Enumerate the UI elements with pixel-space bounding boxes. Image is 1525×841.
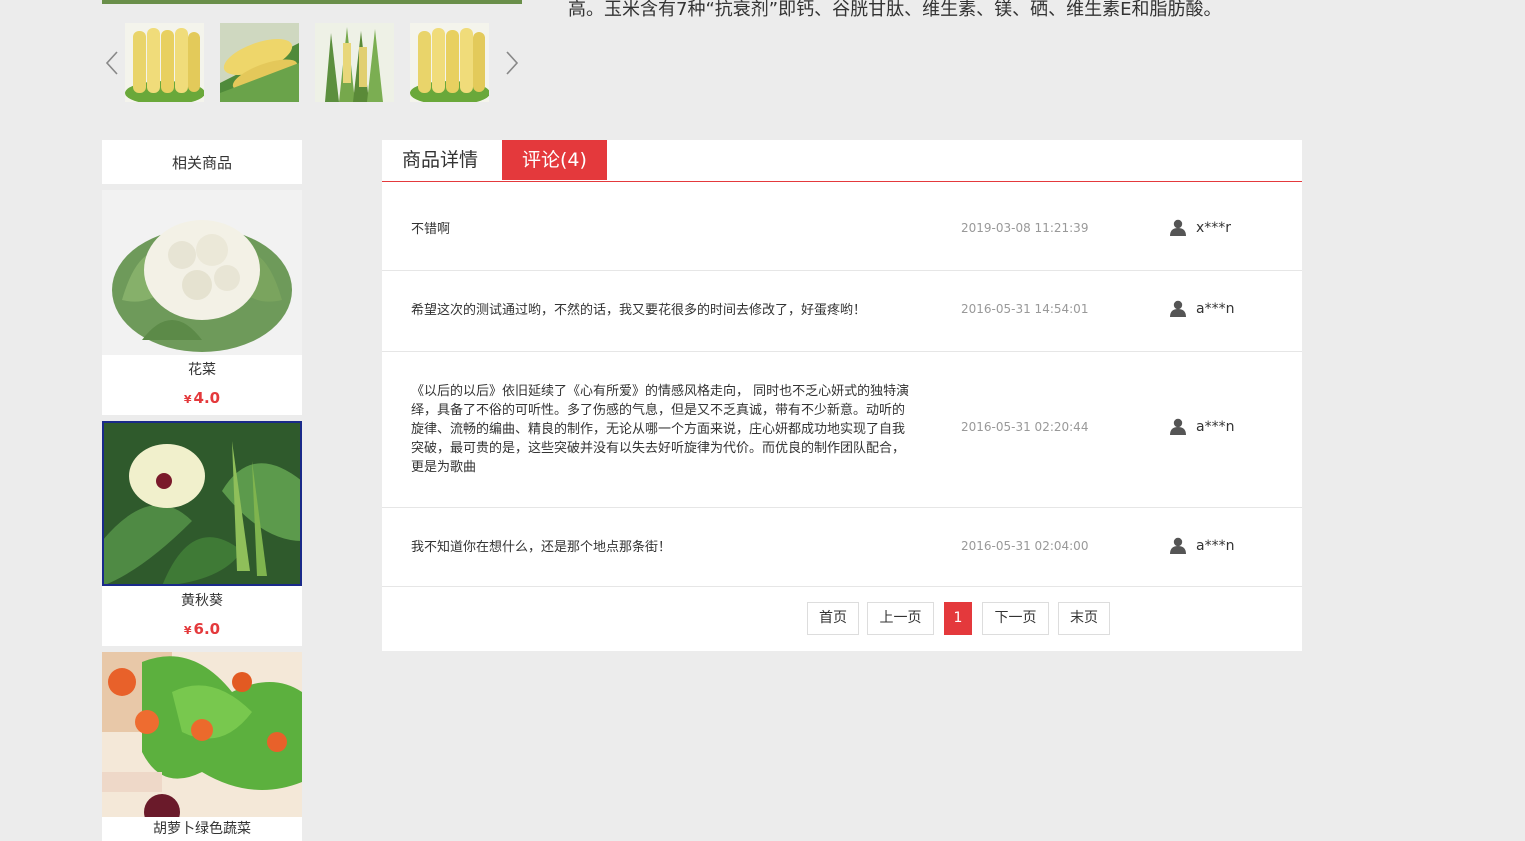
comment-row: 希望这次的测试通过哟，不然的话，我又要花很多的时间去修改了，好蛋疼哟！ 2016… <box>382 271 1302 352</box>
comment-row: 我不知道你在想什么，还是那个地点那条街！ 2016-05-31 02:04:00… <box>382 508 1302 587</box>
comment-user: x***r <box>1170 219 1231 236</box>
related-product-name[interactable]: 花菜 <box>102 355 302 385</box>
comment-text: 希望这次的测试通过哟，不然的话，我又要花很多的时间去修改了，好蛋疼哟！ <box>411 303 867 318</box>
pagination-prev-button[interactable]: 上一页 <box>867 602 934 635</box>
tab-bar: 商品详情 评论(4) <box>382 140 1302 182</box>
okra-image[interactable] <box>102 421 302 586</box>
product-description: 高。玉米含有7种“抗衰剂”即钙、谷胱甘肽、维生素、镁、硒、维生素E和脂肪酸。 <box>568 0 1222 20</box>
pagination-current-page[interactable]: 1 <box>944 602 972 635</box>
related-product-card[interactable]: 黄秋葵 ¥6.0 <box>102 421 302 646</box>
related-product-name[interactable]: 胡萝卜绿色蔬菜 <box>102 817 302 841</box>
tab-product-detail[interactable]: 商品详情 <box>382 140 498 180</box>
main-image-bottom-edge <box>102 0 522 4</box>
corn-thumbnail-2[interactable] <box>220 23 299 102</box>
user-icon <box>1170 300 1186 317</box>
carrot-greens-image[interactable] <box>102 652 302 817</box>
comment-date: 2016-05-31 14:54:01 <box>961 302 1089 316</box>
comment-username: a***n <box>1196 418 1235 435</box>
comment-date: 2016-05-31 02:20:44 <box>961 420 1089 434</box>
related-product-price: ¥4.0 <box>183 389 221 407</box>
comment-user: a***n <box>1170 418 1234 435</box>
comment-text: 我不知道你在想什么，还是那个地点那条街！ <box>411 540 672 555</box>
comment-username: x***r <box>1196 219 1232 236</box>
pagination-last-button[interactable]: 末页 <box>1058 602 1110 635</box>
related-products-title: 相关商品 <box>102 140 302 184</box>
related-product-card[interactable]: 胡萝卜绿色蔬菜 <box>102 652 302 841</box>
related-product-name[interactable]: 黄秋葵 <box>102 586 302 616</box>
related-product-price: ¥6.0 <box>183 620 221 638</box>
comment-text: 《以后的以后》依旧延续了《心有所爱》的情感风格走向， 同时也不乏心妍式的独特演绎… <box>411 384 910 475</box>
comment-username: a***n <box>1196 537 1235 554</box>
corn-thumbnail-1[interactable] <box>125 23 204 102</box>
tab-comments[interactable]: 评论(4) <box>502 140 607 180</box>
product-detail-panel: 商品详情 评论(4) 不错啊 2019-03-08 11:21:39 x***r… <box>382 140 1302 651</box>
user-icon <box>1170 219 1186 236</box>
related-product-card[interactable]: 花菜 ¥4.0 <box>102 190 302 415</box>
gallery-next-button[interactable] <box>502 48 522 78</box>
comment-date: 2019-03-08 11:21:39 <box>961 221 1089 235</box>
user-icon <box>1170 537 1186 554</box>
user-icon <box>1170 418 1186 435</box>
comment-text: 不错啊 <box>411 222 451 237</box>
pagination-first-button[interactable]: 首页 <box>807 602 859 635</box>
pagination-next-button[interactable]: 下一页 <box>982 602 1049 635</box>
corn-thumbnail-3[interactable] <box>315 23 394 102</box>
comment-date: 2016-05-31 02:04:00 <box>961 539 1089 553</box>
corn-thumbnail-4[interactable] <box>410 23 489 102</box>
gallery-prev-button[interactable] <box>102 48 122 78</box>
chevron-right-icon <box>506 51 519 75</box>
cauliflower-image[interactable] <box>102 190 302 355</box>
comment-row: 《以后的以后》依旧延续了《心有所爱》的情感风格走向， 同时也不乏心妍式的独特演绎… <box>382 352 1302 508</box>
comment-row: 不错啊 2019-03-08 11:21:39 x***r <box>382 190 1302 271</box>
comment-username: a***n <box>1196 300 1235 317</box>
chevron-left-icon <box>105 51 118 75</box>
comment-user: a***n <box>1170 537 1234 554</box>
comment-user: a***n <box>1170 300 1234 317</box>
